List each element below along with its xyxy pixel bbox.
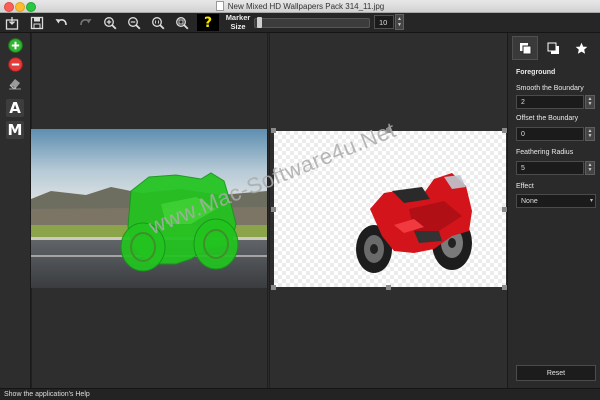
smooth-field[interactable]: 2 xyxy=(516,95,584,109)
zoom-out-icon xyxy=(128,16,141,29)
tab-effects[interactable] xyxy=(568,36,594,60)
feather-stepper[interactable]: ▲ ▼ xyxy=(585,161,595,175)
zoom-out-button[interactable] xyxy=(125,14,143,31)
save-icon xyxy=(30,16,44,29)
star-icon xyxy=(575,42,587,54)
zoom-fit-button[interactable] xyxy=(173,14,191,31)
status-text: Show the application's Help xyxy=(4,391,90,398)
offset-field[interactable]: 0 xyxy=(516,127,584,141)
status-bar: Show the application's Help xyxy=(0,388,600,400)
stepper-down-icon[interactable]: ▼ xyxy=(588,168,593,173)
marker-size-slider[interactable] xyxy=(254,17,370,28)
resize-handle-top-left[interactable] xyxy=(271,128,276,133)
import-button[interactable] xyxy=(3,14,21,31)
eraser-icon xyxy=(9,79,21,90)
tab-background[interactable] xyxy=(540,36,566,60)
offset-label: Offset the Boundary xyxy=(516,115,579,122)
undo-icon xyxy=(55,18,67,25)
smooth-label: Smooth the Boundary xyxy=(516,85,584,92)
feather-label: Feathering Radius xyxy=(516,149,574,156)
effect-label: Effect xyxy=(516,183,534,190)
effect-select[interactable]: None ▾ xyxy=(516,194,596,208)
zoom-fit-icon xyxy=(176,16,189,29)
mask-tool[interactable]: M xyxy=(6,121,24,139)
reset-button[interactable]: Reset xyxy=(516,365,596,381)
remove-background-tool[interactable] xyxy=(6,55,24,73)
resize-handle-middle-left[interactable] xyxy=(271,207,276,212)
window-title: New Mixed HD Wallpapers Pack 314_11.jpg xyxy=(0,0,600,12)
actual-size-button[interactable] xyxy=(149,14,167,31)
text-tool[interactable]: A xyxy=(6,99,24,117)
document-icon xyxy=(215,1,224,11)
zoom-in-icon xyxy=(104,16,117,29)
effect-select-value: None xyxy=(521,197,538,205)
save-button[interactable] xyxy=(28,14,46,31)
tab-foreground[interactable] xyxy=(512,36,538,60)
redo-button[interactable] xyxy=(77,14,95,31)
layers-front-icon xyxy=(519,42,531,54)
resize-handle-bottom-center[interactable] xyxy=(386,285,391,290)
stepper-down-icon[interactable]: ▼ xyxy=(588,102,593,107)
section-title: Foreground xyxy=(516,69,556,76)
add-foreground-tool[interactable] xyxy=(6,36,24,54)
window-title-text: New Mixed HD Wallpapers Pack 314_11.jpg xyxy=(227,1,385,11)
marker-size-stepper[interactable]: ▲ ▼ xyxy=(395,14,404,30)
marker-label-line2: Size xyxy=(230,21,246,31)
minus-circle-icon xyxy=(7,56,23,72)
import-icon xyxy=(5,16,19,30)
plus-circle-icon xyxy=(7,37,23,53)
resize-handle-bottom-left[interactable] xyxy=(271,285,276,290)
feather-field[interactable]: 5 xyxy=(516,161,584,175)
smooth-stepper[interactable]: ▲ ▼ xyxy=(585,95,595,109)
tool-palette: A M xyxy=(0,33,31,388)
marker-size-label: Marker Size xyxy=(225,13,251,32)
stepper-down-icon[interactable]: ▼ xyxy=(397,22,402,28)
actual-size-icon xyxy=(152,16,165,29)
stepper-down-icon[interactable]: ▼ xyxy=(588,134,593,139)
properties-panel: Foreground Smooth the Boundary 2 ▲ ▼ Offs… xyxy=(507,33,600,388)
properties-tabs xyxy=(508,36,600,60)
redo-icon xyxy=(80,18,92,25)
help-button[interactable]: ? xyxy=(197,14,219,31)
offset-stepper[interactable]: ▲ ▼ xyxy=(585,127,595,141)
marker-size-field[interactable]: 10 xyxy=(374,15,394,29)
eraser-tool[interactable] xyxy=(6,74,24,92)
chevron-down-icon: ▾ xyxy=(589,198,593,204)
layers-back-icon xyxy=(547,42,559,54)
zoom-in-button[interactable] xyxy=(101,14,119,31)
undo-button[interactable] xyxy=(52,14,70,31)
slider-thumb[interactable] xyxy=(257,17,262,28)
title-bar: New Mixed HD Wallpapers Pack 314_11.jpg xyxy=(0,0,600,13)
